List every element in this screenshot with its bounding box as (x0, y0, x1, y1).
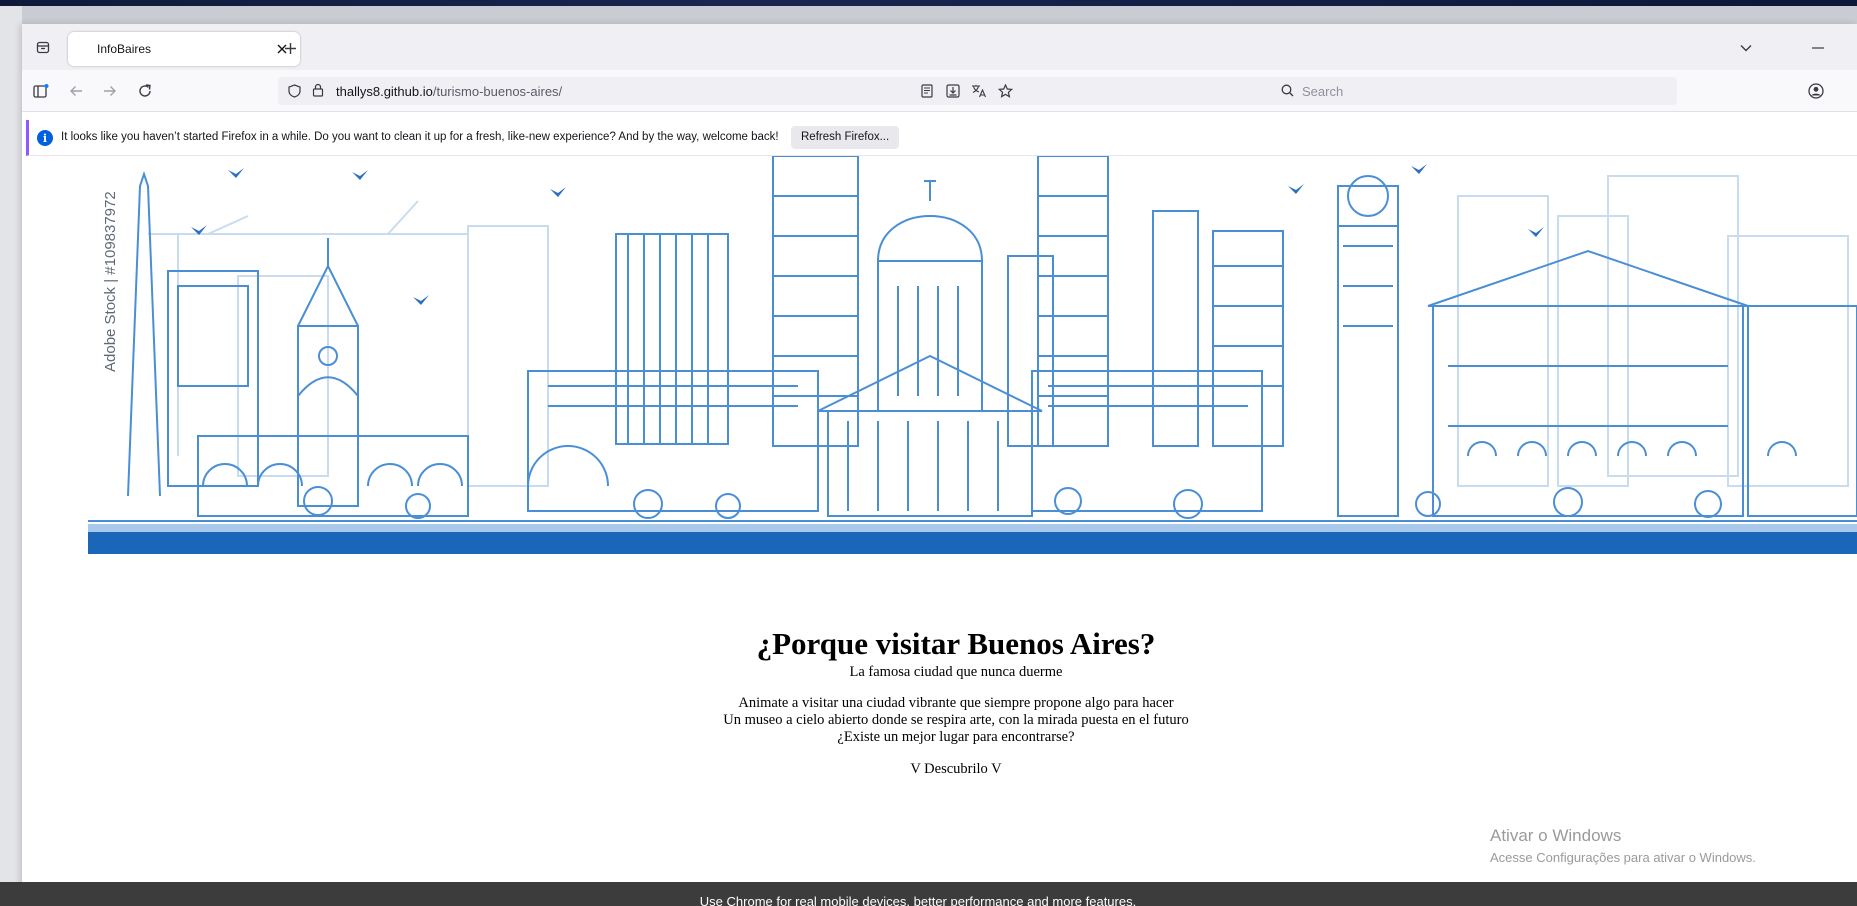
save-icon[interactable] (940, 78, 966, 104)
minimize-icon[interactable] (1806, 36, 1830, 60)
intro-line: ¿Existe un mejor lugar para encontrarse? (837, 729, 1075, 745)
notification-message: It looks like you haven’t started Firefo… (61, 131, 779, 143)
notification-bar: i It looks like you haven’t started Fire… (26, 120, 1857, 156)
search-bar[interactable]: Search (1272, 77, 1677, 105)
reader-view-icon[interactable] (914, 78, 940, 104)
tab-title: InfoBaires (97, 42, 152, 56)
intro-section: ¿Porque visitar Buenos Aires? La famosa … (22, 626, 1857, 779)
desktop-top-edge (0, 0, 1857, 6)
plus-icon[interactable] (278, 36, 302, 60)
sidebar-icon[interactable] (28, 78, 54, 104)
search-placeholder: Search (1302, 84, 1344, 99)
shield-icon[interactable] (288, 84, 301, 103)
star-icon[interactable] (992, 78, 1018, 104)
discover-link[interactable]: V Descubrilo V (22, 759, 1857, 779)
address-bar[interactable]: thallys8.github.io/turismo-buenos-aires/ (278, 77, 1346, 105)
page-heading: ¿Porque visitar Buenos Aires? (756, 626, 1156, 661)
intro-paragraph: Animate a visitar una ciudad vibrante qu… (22, 695, 1857, 746)
tab-strip: InfoBaires (22, 24, 1857, 70)
bottom-banner-text: Use Chrome for real mobile devices, bett… (699, 894, 1137, 906)
web-page: Adobe Stock | #109837972 ¿Porque visitar… (22, 156, 1857, 884)
activation-subtitle: Acesse Configurações para ativar o Windo… (1490, 850, 1756, 865)
refresh-firefox-button[interactable]: Refresh Firefox... (791, 126, 900, 149)
page-subtitle: La famosa ciudad que nunca duerme (849, 664, 1063, 680)
search-icon (1281, 84, 1294, 102)
info-icon: i (37, 130, 53, 146)
url-path: /turismo-buenos-aires/ (432, 84, 563, 99)
desktop-left-edge (0, 6, 22, 906)
translate-icon[interactable] (966, 78, 992, 104)
reload-icon[interactable] (132, 78, 158, 104)
windows-activation-watermark: Ativar o Windows Acesse Configurações pa… (1490, 826, 1756, 865)
buenos-aires-skyline-image: Adobe Stock | #109837972 (88, 156, 1857, 608)
account-icon[interactable] (1803, 78, 1829, 104)
bottom-banner: Use Chrome for real mobile devices, bett… (0, 882, 1857, 906)
tab-list-icon[interactable] (30, 34, 56, 60)
tab-infobaires[interactable]: InfoBaires (68, 32, 300, 66)
forward-icon[interactable] (97, 78, 123, 104)
stock-watermark: Adobe Stock | #109837972 (102, 191, 119, 372)
chevron-down-icon[interactable] (1734, 36, 1758, 60)
navigation-toolbar: thallys8.github.io/turismo-buenos-aires/… (22, 70, 1857, 112)
url-text: thallys8.github.io/turismo-buenos-aires/ (336, 84, 562, 99)
url-host: thallys8.github.io (336, 84, 433, 99)
intro-line: Un museo a cielo abierto donde se respir… (723, 712, 1189, 728)
intro-line: Animate a visitar una ciudad vibrante qu… (738, 695, 1174, 711)
browser-window: InfoBaires thallys8.github.io/turismo-bu… (22, 24, 1857, 906)
lock-icon[interactable] (312, 83, 324, 102)
activation-title: Ativar o Windows (1490, 826, 1622, 845)
back-icon[interactable] (63, 78, 89, 104)
